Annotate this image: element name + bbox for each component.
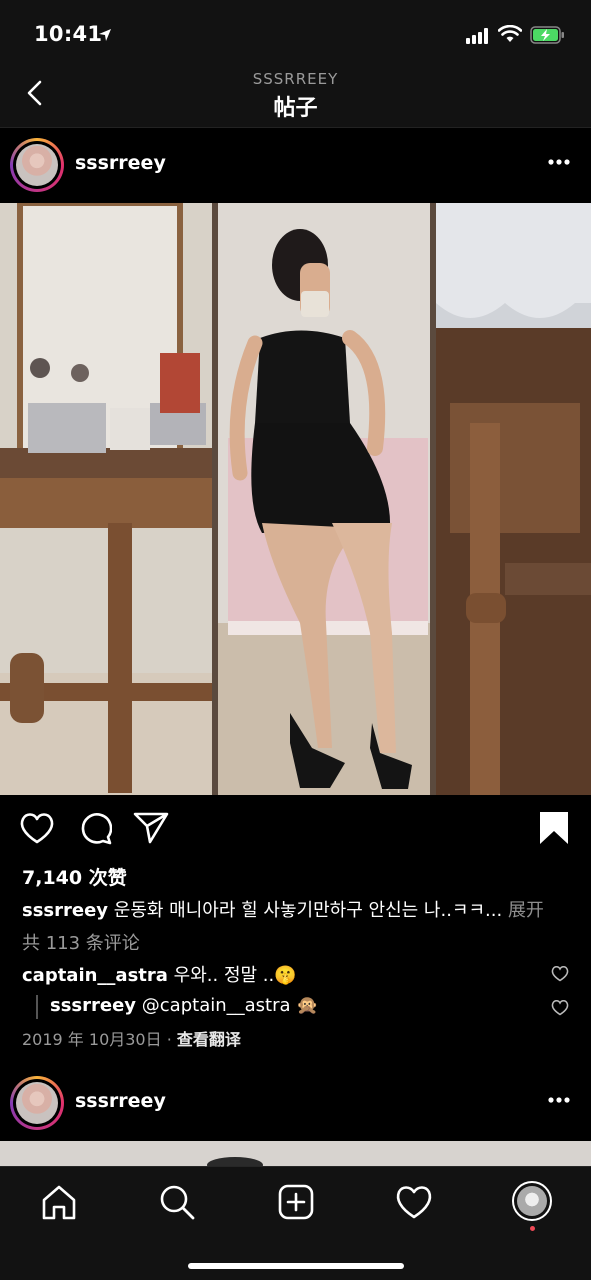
next-post-header: sssrreey <box>0 1066 591 1140</box>
view-all-comments-link[interactable]: 共 113 条评论 <box>22 929 140 955</box>
comment-reply: sssrreey @captain__astra 🙊 <box>50 995 591 1016</box>
post-photo[interactable] <box>0 203 591 795</box>
caption-more-link[interactable]: 展开 <box>508 900 544 921</box>
next-photo-illustration <box>0 1141 591 1166</box>
post-caption: sssrreey 운동화 매니아라 힐 사놓기만하구 안신는 나..ㅋㅋ... … <box>22 896 582 922</box>
more-horizontal-icon[interactable] <box>547 1096 571 1104</box>
post-meta: 2019 年 10月30日 · 查看翻译 <box>22 1026 241 1050</box>
search-icon[interactable] <box>158 1183 196 1221</box>
notification-dot <box>530 1226 535 1231</box>
bookmark-icon[interactable] <box>539 811 569 845</box>
comment: captain__astra 우와.. 정말 ..🤫 <box>22 961 572 987</box>
comment-like-icon[interactable] <box>551 965 569 982</box>
avatar[interactable] <box>10 1076 64 1130</box>
like-count[interactable]: 7,140 次赞 <box>22 863 127 890</box>
comment-username[interactable]: captain__astra <box>22 965 168 986</box>
post-date: 2019 年 10月30日 · <box>22 1030 172 1049</box>
nav-bar: SSSRREEY 帖子 <box>0 64 591 128</box>
paper-plane-icon[interactable] <box>133 811 169 845</box>
status-time: 10:41 <box>34 22 103 46</box>
reply-like-icon[interactable] <box>551 999 569 1016</box>
status-bar: 10:41 <box>0 0 591 64</box>
tab-bar <box>0 1166 591 1280</box>
reply-username[interactable]: sssrreey <box>50 995 136 1016</box>
wifi-icon <box>498 25 522 42</box>
reply-indicator <box>36 995 38 1019</box>
more-horizontal-icon[interactable] <box>547 158 571 166</box>
post-header: sssrreey <box>0 128 591 202</box>
home-indicator[interactable] <box>188 1263 404 1269</box>
heart-icon[interactable] <box>19 811 55 845</box>
caption-username[interactable]: sssrreey <box>22 900 108 921</box>
post-username[interactable]: sssrreey <box>75 152 166 174</box>
home-icon[interactable] <box>40 1183 78 1221</box>
caption-text: 운동화 매니아라 힐 사놓기만하구 안신는 나..ㅋㅋ... <box>113 900 503 921</box>
nav-username: SSSRREEY <box>252 70 339 88</box>
reply-text: @captain__astra 🙊 <box>141 995 319 1016</box>
cellular-signal-icon <box>466 28 488 44</box>
add-post-icon[interactable] <box>277 1183 315 1221</box>
photo-illustration <box>0 203 591 795</box>
post-actions <box>0 795 591 860</box>
profile-avatar[interactable] <box>512 1181 552 1221</box>
page-title: 帖子 <box>273 96 318 121</box>
comment-icon[interactable] <box>78 811 112 845</box>
next-post-photo[interactable] <box>0 1141 591 1166</box>
avatar[interactable] <box>10 138 64 192</box>
next-post-username[interactable]: sssrreey <box>75 1090 166 1112</box>
activity-heart-icon[interactable] <box>395 1183 433 1221</box>
location-arrow-icon <box>99 29 111 41</box>
translate-link[interactable]: 查看翻译 <box>177 1030 241 1049</box>
battery-charging-icon <box>530 26 564 44</box>
comment-text: 우와.. 정말 ..🤫 <box>173 965 297 986</box>
